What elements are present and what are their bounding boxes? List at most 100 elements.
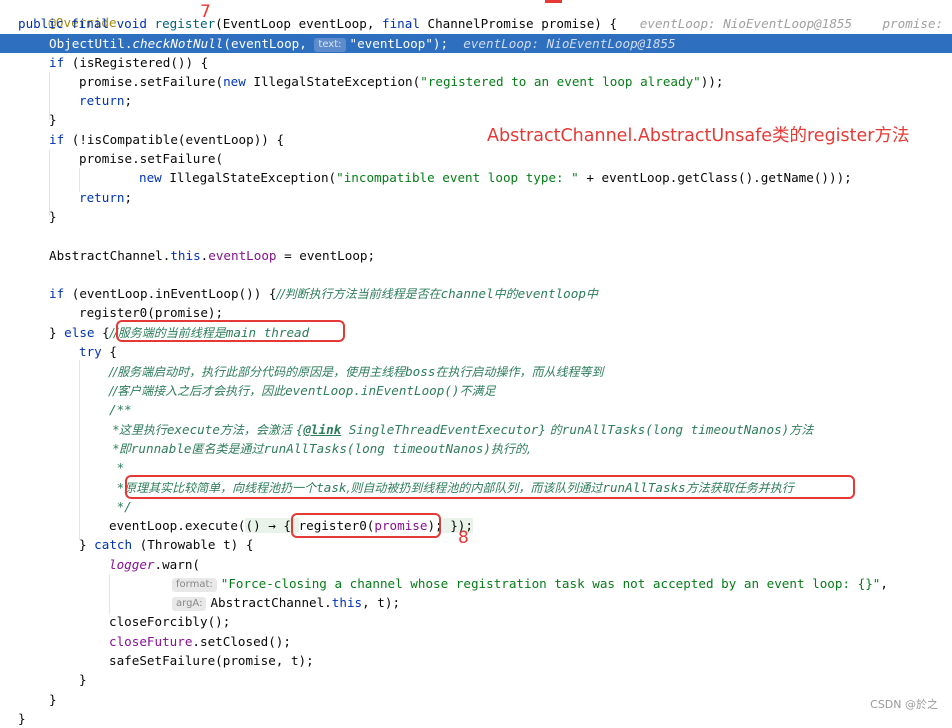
debug-value-hint: eventLoop: NioEventLoop@1855: [463, 36, 676, 51]
code-text: "eventLoop");: [349, 36, 449, 51]
comment: boss: [405, 364, 436, 379]
keyword: if: [49, 286, 65, 301]
code-line[interactable]: public final void register(EventLoop eve…: [0, 14, 952, 33]
code-text: .warn(: [154, 557, 201, 572]
highlight-box-main-thread: [116, 320, 345, 342]
current-execution-line[interactable]: ObjectUtil.checkNotNull(eventLoop, text:…: [0, 34, 952, 53]
doc-comment: runnable: [130, 441, 192, 456]
code-line[interactable]: }: [0, 207, 952, 226]
code-text: {: [94, 325, 110, 340]
step-number-8: 8: [458, 528, 469, 548]
annotation-title: AbstractChannel.AbstractUnsafe类的register…: [487, 126, 910, 146]
code-text: ));: [700, 74, 724, 89]
comment: 在执行启动操作，而从线程等到: [435, 365, 604, 379]
code-text: AbstractChannel.: [210, 595, 332, 610]
doc-comment: SingleThreadEventExecutor}: [341, 422, 546, 437]
doc-comment: *这里执行: [109, 423, 167, 437]
code-line[interactable]: closeFuture.setClosed();: [0, 632, 952, 651]
debug-value-hint: promise: "De: [882, 16, 952, 31]
doc-comment: 方法: [789, 423, 814, 437]
string-literal: "Force-closing a channel whose registrat…: [220, 576, 881, 591]
code-text: }: [49, 209, 57, 224]
keyword: else: [64, 325, 95, 340]
code-line[interactable]: promise.setFailure(new IllegalStateExcep…: [0, 72, 952, 91]
code-line[interactable]: */: [0, 497, 952, 516]
doc-comment: *: [109, 480, 125, 495]
code-text: .setClosed();: [192, 634, 291, 649]
code-line[interactable]: if (isRegistered()) {: [0, 53, 952, 72]
code-line[interactable]: closeForcibly();: [0, 612, 952, 631]
doc-comment: */: [109, 499, 132, 514]
code-text: }: [79, 672, 87, 687]
code-line[interactable]: }: [0, 670, 952, 689]
code-line[interactable]: new IllegalStateException("incompatible …: [0, 168, 952, 187]
code-text: register0(promise);: [79, 305, 224, 320]
code-line[interactable]: *即runnable匿名类是通过runAllTasks(long timeout…: [0, 439, 952, 458]
code-line[interactable]: logger.warn(: [0, 555, 952, 574]
code-line[interactable]: }: [0, 690, 952, 709]
code-line[interactable]: *这里执行execute方法，会激活 {@link SingleThreadEv…: [0, 420, 952, 439]
code-text: IllegalStateException(: [161, 170, 337, 185]
code-text: ChannelPromise promise) {: [419, 16, 618, 31]
code-line[interactable]: return;: [0, 188, 952, 207]
code-text: (eventLoop.inEventLoop()) {: [64, 286, 277, 301]
code-line[interactable]: } catch (Throwable t) {: [0, 535, 952, 554]
code-text: }: [18, 711, 26, 726]
code-line[interactable]: format: "Force-closing a channel whose re…: [0, 574, 952, 593]
code-line[interactable]: argA: AbstractChannel.this, t);: [0, 593, 952, 612]
string-literal: "registered to an event loop already": [420, 74, 701, 89]
code-line[interactable]: /**: [0, 400, 952, 419]
watermark: CSDN @於之: [870, 698, 938, 711]
doc-link-tag[interactable]: @link: [303, 422, 341, 437]
debug-value-hint: eventLoop: NioEventLoop@1855: [639, 16, 853, 31]
code-text: }: [79, 537, 95, 552]
code-line[interactable]: AbstractChannel.this.eventLoop = eventLo…: [0, 246, 952, 265]
field-name: logger: [109, 557, 155, 572]
code-line[interactable]: try {: [0, 342, 952, 361]
comment: //服务端启动时，执行此部分代码的原因是，使用主线程: [109, 365, 406, 379]
keyword: public final void: [18, 16, 147, 31]
keyword: catch: [94, 537, 133, 552]
keyword: new: [223, 74, 246, 89]
keyword: this: [331, 595, 363, 610]
code-text: + eventLoop.getClass().getName()));: [578, 170, 852, 185]
string-literal: "incompatible event loop type: ": [336, 170, 579, 185]
highlight-box-principle: [125, 475, 855, 499]
comment: 不满足: [459, 384, 496, 398]
code-text: ObjectUtil.: [49, 36, 133, 51]
doc-comment: *即: [109, 442, 131, 456]
code-line[interactable]: safeSetFailure(promise, t);: [0, 651, 952, 670]
code-line[interactable]: //客户端接入之后才会执行，因此eventLoop.inEventLoop()不…: [0, 381, 952, 400]
code-text: }: [49, 325, 65, 340]
keyword: this: [170, 248, 201, 263]
code-line[interactable]: eventLoop.execute(() → { register0(promi…: [0, 516, 952, 535]
code-text: , t);: [362, 595, 401, 610]
code-text: ,: [880, 576, 888, 591]
code-line[interactable]: //服务端启动时，执行此部分代码的原因是，使用主线程boss在执行启动操作，而从…: [0, 362, 952, 381]
code-text: AbstractChannel.: [49, 248, 171, 263]
code-text: {: [101, 344, 117, 359]
code-line[interactable]: return;: [0, 91, 952, 110]
code-line[interactable]: @Override: [0, 0, 952, 30]
comment: 中的: [493, 287, 518, 301]
keyword: try: [79, 344, 102, 359]
code-line[interactable]: }: [0, 709, 952, 728]
parameter-hint: argA:: [172, 597, 207, 611]
parameter-hint: format:: [172, 578, 217, 592]
code-text: promise.setFailure(: [79, 151, 224, 166]
code-line[interactable]: promise.setFailure(: [0, 149, 952, 168]
keyword: return: [79, 190, 125, 205]
code-line[interactable]: if (eventLoop.inEventLoop()) {//判断执行方法当前…: [0, 284, 952, 303]
doc-comment: execute: [166, 422, 220, 437]
comment: 中: [585, 287, 598, 301]
code-editor[interactable]: @Override public final void register(Eve…: [0, 0, 952, 726]
code-text: = eventLoop;: [276, 248, 376, 263]
doc-comment: runAllTasks(long timeoutNanos): [263, 441, 491, 456]
code-text: }: [49, 692, 57, 707]
doc-comment: /**: [109, 402, 132, 417]
code-text: (EventLoop eventLoop,: [215, 16, 382, 31]
code-text: (Throwable t) {: [132, 537, 254, 552]
doc-comment: runAllTasks(long timeoutNanos): [561, 422, 790, 437]
code-text: promise.setFailure(: [79, 74, 224, 89]
highlight-box-register0: [291, 513, 441, 538]
